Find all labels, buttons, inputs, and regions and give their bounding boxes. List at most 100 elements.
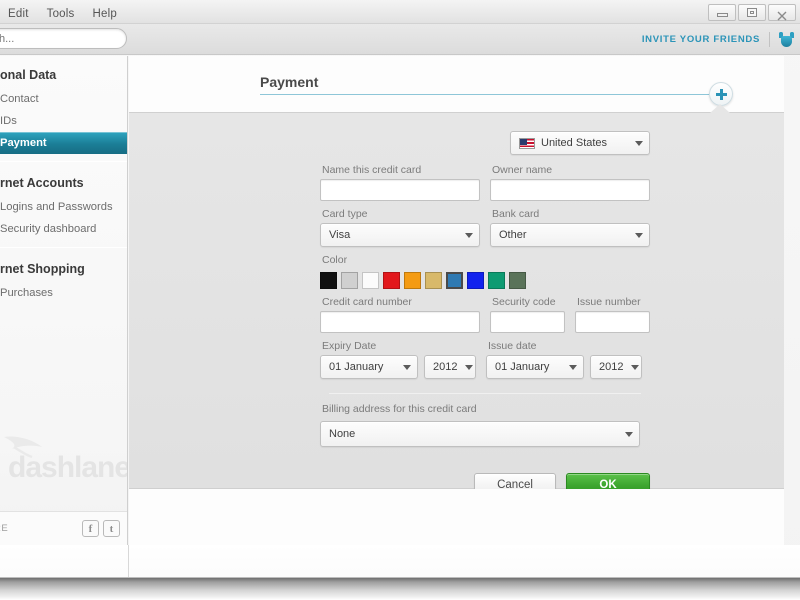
chevron-down-icon [465, 364, 474, 370]
menu-item-tools[interactable]: Tools [47, 8, 75, 20]
expiry-date-field-group: Expiry Date 01 January 2012 [320, 333, 476, 379]
facebook-icon[interactable]: f [82, 520, 99, 537]
share-label: RE [0, 523, 9, 534]
billing-address-field-group: Billing address for this credit card Non… [320, 396, 650, 447]
expiry-month-select[interactable]: 01 January [320, 355, 418, 379]
maximize-button[interactable] [738, 4, 766, 21]
social-links: f t [82, 520, 120, 537]
content-pane: Payment United States Name this credit c… [129, 56, 784, 545]
chevron-down-icon [635, 140, 643, 146]
cardnumber-row: Credit card number Security code Issue n… [320, 289, 650, 333]
issue-number-label: Issue number [577, 296, 641, 308]
color-swatch[interactable] [320, 272, 337, 289]
bank-card-select[interactable]: Other [490, 223, 650, 247]
plus-icon [715, 88, 727, 100]
sidebar-group-personal-data: onal Data Contact IDs Payment [0, 56, 127, 154]
sidebar-item-payment[interactable]: Payment [0, 132, 127, 154]
color-label: Color [322, 254, 348, 266]
content-footer [129, 489, 784, 545]
credit-card-number-input[interactable] [320, 311, 480, 333]
card-type-select[interactable]: Visa [320, 223, 480, 247]
billing-address-label: Billing address for this credit card [322, 403, 477, 415]
color-swatch[interactable] [488, 272, 505, 289]
menu-item-edit[interactable]: Edit [8, 8, 29, 20]
country-select[interactable]: United States [510, 131, 650, 155]
sidebar-separator-2 [0, 247, 127, 248]
cardtype-bank-row: Card type Visa Bank card Other [320, 201, 650, 247]
title-underline [260, 94, 715, 95]
sidebar-item-ids[interactable]: IDs [0, 110, 127, 132]
security-code-input[interactable] [490, 311, 565, 333]
dashlane-logo: dashlane [0, 427, 127, 489]
issue-date-label: Issue date [488, 340, 537, 352]
payment-form-panel: United States Name this credit card Owne… [129, 104, 784, 496]
issue-year-select[interactable]: 2012 [590, 355, 642, 379]
bank-card-field-group: Bank card Other [490, 201, 650, 247]
menu-bar: Edit Tools Help [0, 8, 117, 20]
color-swatch[interactable] [341, 272, 358, 289]
sidebar-item-contact[interactable]: Contact [0, 88, 127, 110]
twitter-icon[interactable]: t [103, 520, 120, 537]
billing-address-select[interactable]: None [320, 421, 640, 447]
sidebar-item-logins-and-passwords[interactable]: Logins and Passwords [0, 196, 127, 218]
expiry-year-select[interactable]: 2012 [424, 355, 476, 379]
chevron-down-icon [625, 431, 633, 437]
panel-notch [710, 104, 730, 113]
sidebar-seam [128, 545, 129, 579]
card-type-label: Card type [322, 208, 368, 220]
name-card-field-group: Name this credit card [320, 157, 480, 201]
name-card-label: Name this credit card [322, 164, 422, 176]
owner-name-input[interactable] [490, 179, 650, 201]
chevron-down-icon [631, 364, 640, 370]
color-swatch-selected[interactable] [446, 272, 463, 289]
issue-month-value: 01 January [495, 361, 550, 373]
app-toolbar: INVITE YOUR FRIENDS [0, 24, 800, 55]
color-swatch[interactable] [383, 272, 400, 289]
search-field[interactable] [0, 28, 127, 49]
bank-card-value: Other [499, 229, 527, 241]
invite-friends-link[interactable]: INVITE YOUR FRIENDS [642, 34, 760, 45]
minimize-icon [716, 12, 728, 17]
color-swatch[interactable] [509, 272, 526, 289]
issue-number-input[interactable] [575, 311, 650, 333]
payment-form: United States Name this credit card Owne… [320, 131, 650, 496]
dates-row: Expiry Date 01 January 2012 Issue date 0… [320, 333, 650, 379]
minimize-button[interactable] [708, 4, 736, 21]
sidebar-group-internet-accounts: rnet Accounts Logins and Passwords Secur… [0, 164, 127, 240]
search-input[interactable] [0, 31, 126, 46]
sidebar-group-internet-shopping: rnet Shopping Purchases [0, 250, 127, 304]
color-swatch-list [320, 272, 650, 289]
add-payment-button[interactable] [709, 82, 733, 106]
close-button[interactable] [768, 4, 796, 21]
sidebar-separator-1 [0, 161, 127, 162]
owner-name-label: Owner name [492, 164, 553, 176]
chevron-down-icon [403, 364, 411, 370]
issue-number-field-group: Issue number [575, 289, 650, 333]
desktop-backdrop [0, 578, 800, 600]
security-code-label: Security code [492, 296, 556, 308]
color-swatch[interactable] [362, 272, 379, 289]
dashlane-bug-icon[interactable] [779, 31, 794, 48]
toolbar-divider [769, 32, 770, 47]
maximize-icon [747, 8, 757, 17]
sidebar-item-security-dashboard[interactable]: Security dashboard [0, 218, 127, 240]
color-swatch[interactable] [425, 272, 442, 289]
sidebar-item-purchases[interactable]: Purchases [0, 282, 127, 304]
name-card-input[interactable] [320, 179, 480, 201]
chevron-down-icon [569, 364, 577, 370]
color-swatch[interactable] [467, 272, 484, 289]
sidebar: onal Data Contact IDs Payment rnet Accou… [0, 56, 128, 545]
credit-card-number-label: Credit card number [322, 296, 412, 308]
sidebar-footer: RE f t [0, 511, 127, 545]
color-field-group: Color [320, 247, 650, 289]
menu-item-help[interactable]: Help [92, 8, 116, 20]
issue-month-select[interactable]: 01 January [486, 355, 584, 379]
close-icon [777, 8, 787, 20]
name-owner-row: Name this credit card Owner name [320, 157, 650, 201]
expiry-month-value: 01 January [329, 361, 384, 373]
color-swatch[interactable] [404, 272, 421, 289]
window-controls [708, 4, 796, 21]
issue-year-value: 2012 [599, 361, 624, 373]
sidebar-heading-internet-accounts: rnet Accounts [0, 176, 84, 190]
page-title: Payment [260, 74, 319, 90]
